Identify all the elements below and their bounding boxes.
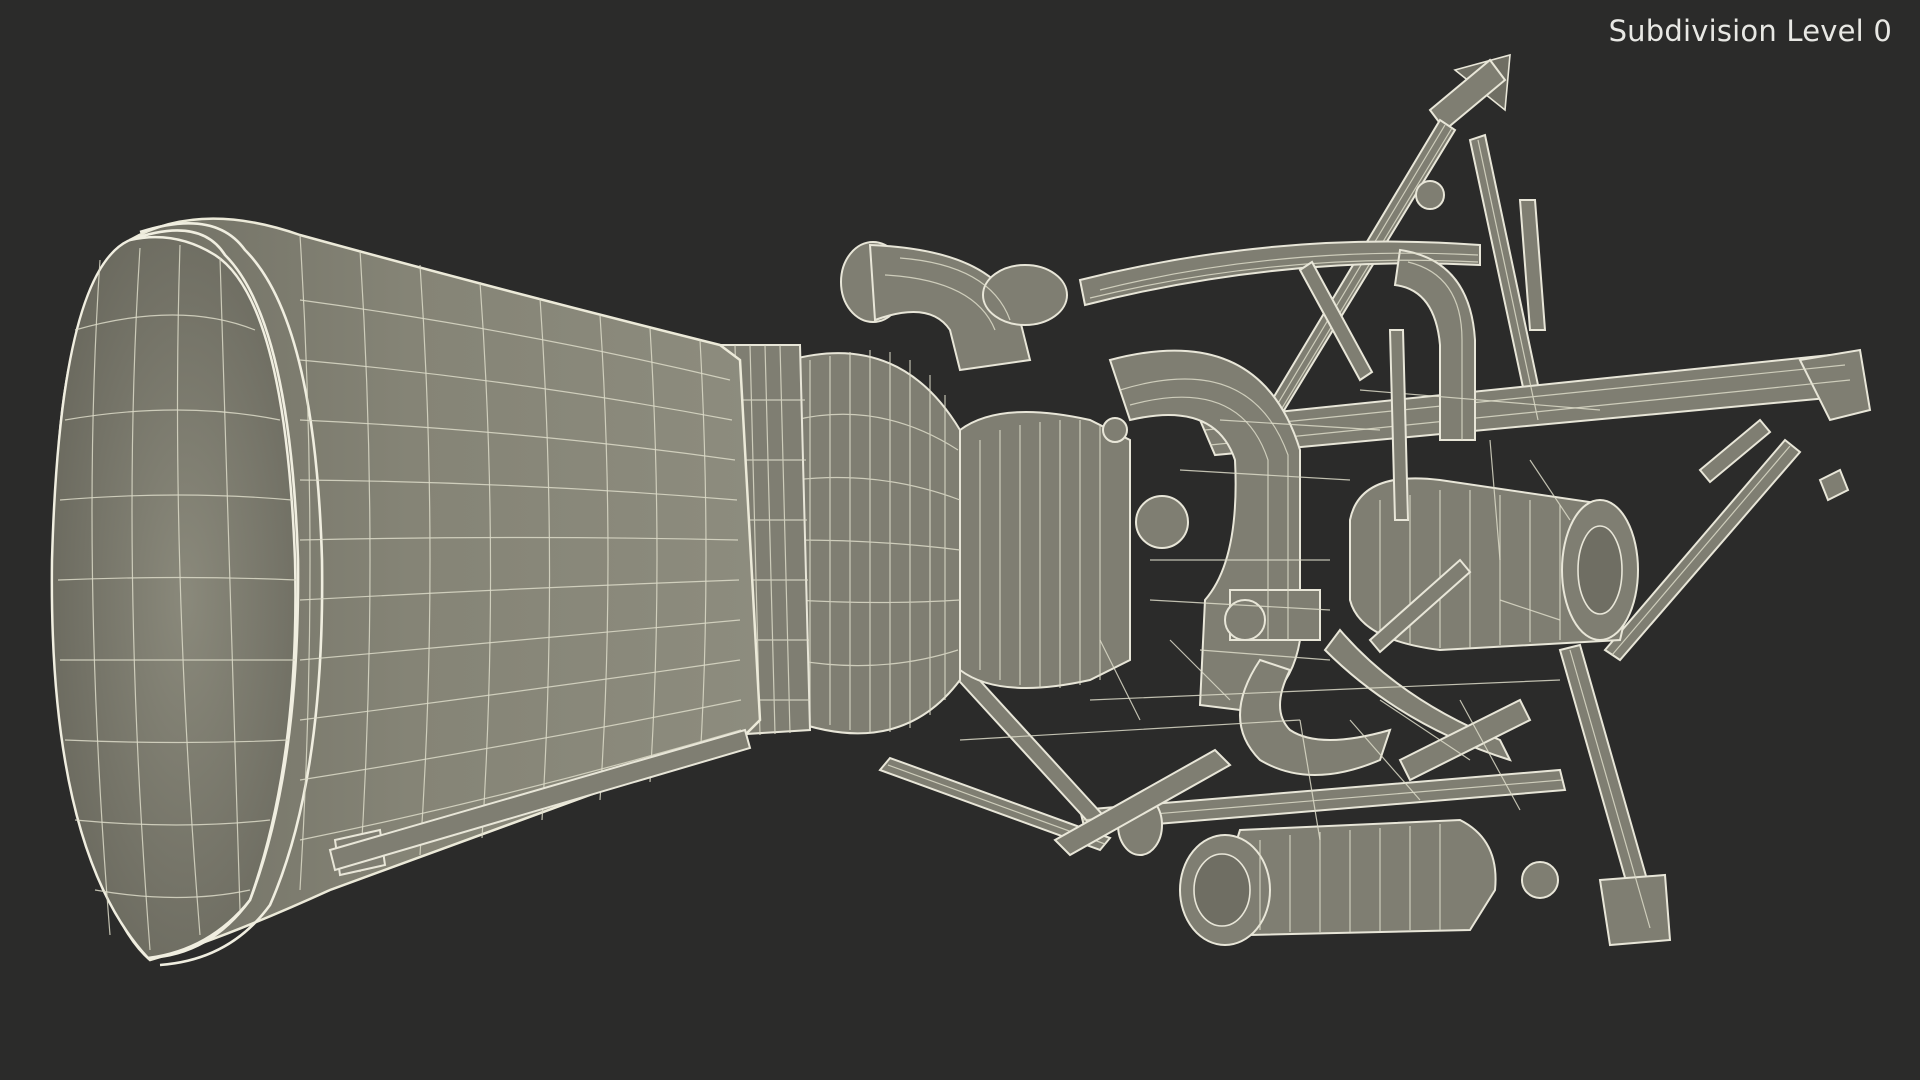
- subdivision-level-label: Subdivision Level 0: [1608, 14, 1892, 48]
- rocket-engine-render: [50, 53, 1872, 967]
- 3d-viewport[interactable]: Subdivision Level 0: [0, 0, 1920, 1080]
- nozzle-bell: [50, 217, 762, 967]
